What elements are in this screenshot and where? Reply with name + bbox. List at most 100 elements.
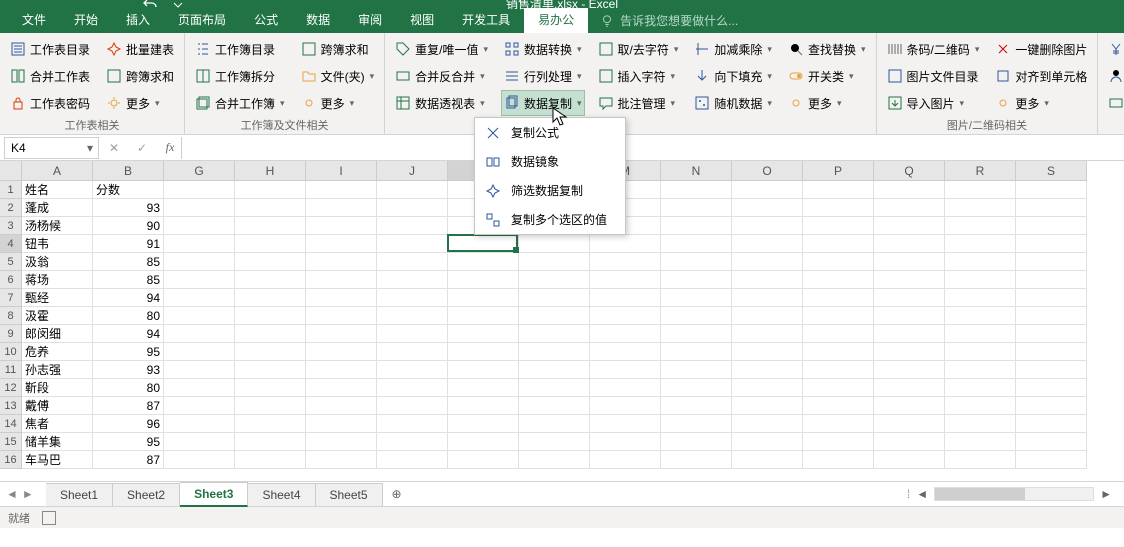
cell[interactable] bbox=[519, 433, 590, 451]
btn-sheet-password[interactable]: 工作表密码 bbox=[8, 91, 92, 115]
cell[interactable] bbox=[945, 325, 1016, 343]
row-header-13[interactable]: 13 bbox=[0, 397, 22, 415]
btn-sheet-toc[interactable]: 工作表目录 bbox=[8, 37, 92, 61]
cell[interactable] bbox=[164, 379, 235, 397]
cell[interactable] bbox=[661, 361, 732, 379]
scroll-right-icon[interactable]: ► bbox=[1096, 487, 1116, 501]
cell[interactable] bbox=[945, 271, 1016, 289]
btn-more-2[interactable]: 更多▾ bbox=[299, 91, 377, 115]
cell[interactable] bbox=[874, 325, 945, 343]
cell[interactable] bbox=[945, 415, 1016, 433]
cell[interactable] bbox=[732, 199, 803, 217]
cancel-formula-icon[interactable]: ✕ bbox=[103, 141, 125, 155]
row-header-14[interactable]: 14 bbox=[0, 415, 22, 433]
cell[interactable]: 93 bbox=[93, 199, 164, 217]
cell[interactable] bbox=[235, 199, 306, 217]
tab-review[interactable]: 审阅 bbox=[344, 6, 396, 33]
row-header-15[interactable]: 15 bbox=[0, 433, 22, 451]
cell[interactable] bbox=[945, 433, 1016, 451]
cell[interactable]: 94 bbox=[93, 325, 164, 343]
cell[interactable] bbox=[661, 433, 732, 451]
cell[interactable] bbox=[590, 307, 661, 325]
cell[interactable] bbox=[803, 289, 874, 307]
row-header-4[interactable]: 4 bbox=[0, 235, 22, 253]
cell[interactable] bbox=[377, 451, 448, 469]
cell[interactable] bbox=[661, 253, 732, 271]
col-header-S[interactable]: S bbox=[1016, 161, 1087, 181]
btn-arithmetic[interactable]: 加减乘除▾ bbox=[692, 37, 774, 61]
cell[interactable]: 汤杨候 bbox=[22, 217, 93, 235]
cell[interactable] bbox=[448, 433, 519, 451]
cell[interactable] bbox=[661, 397, 732, 415]
cell[interactable] bbox=[306, 235, 377, 253]
row-header-8[interactable]: 8 bbox=[0, 307, 22, 325]
cell[interactable] bbox=[235, 289, 306, 307]
tab-data[interactable]: 数据 bbox=[292, 6, 344, 33]
cell[interactable] bbox=[1016, 217, 1087, 235]
cell[interactable]: 93 bbox=[93, 361, 164, 379]
cell[interactable] bbox=[377, 325, 448, 343]
next-sheet-icon[interactable]: ► bbox=[22, 487, 34, 501]
cell[interactable] bbox=[1016, 235, 1087, 253]
cell[interactable] bbox=[377, 343, 448, 361]
cell[interactable] bbox=[164, 199, 235, 217]
tab-file[interactable]: 文件 bbox=[8, 6, 60, 33]
cell[interactable] bbox=[803, 433, 874, 451]
dd-copy-formula[interactable]: 复制公式 bbox=[475, 118, 625, 147]
cell[interactable] bbox=[235, 415, 306, 433]
cell[interactable] bbox=[519, 271, 590, 289]
cell[interactable] bbox=[945, 217, 1016, 235]
cell[interactable] bbox=[164, 451, 235, 469]
col-header-B[interactable]: B bbox=[93, 161, 164, 181]
cell[interactable] bbox=[803, 325, 874, 343]
cell[interactable] bbox=[661, 199, 732, 217]
cell[interactable] bbox=[874, 217, 945, 235]
cell[interactable] bbox=[235, 433, 306, 451]
cell[interactable] bbox=[377, 361, 448, 379]
cell[interactable] bbox=[1016, 361, 1087, 379]
cell[interactable] bbox=[803, 361, 874, 379]
cell[interactable] bbox=[945, 361, 1016, 379]
btn-data-copy[interactable]: 数据复制▾ bbox=[502, 91, 584, 115]
cell[interactable]: 80 bbox=[93, 379, 164, 397]
cell[interactable] bbox=[732, 361, 803, 379]
cell[interactable] bbox=[661, 181, 732, 199]
btn-hr[interactable]: 人事类工具 bbox=[1106, 64, 1124, 88]
btn-merge-books[interactable]: 合并工作簿▾ bbox=[193, 91, 287, 115]
cell[interactable] bbox=[306, 397, 377, 415]
btn-finance[interactable]: 财务类工具 bbox=[1106, 37, 1124, 61]
scroll-track[interactable] bbox=[934, 487, 1094, 501]
cell[interactable]: 汲翁 bbox=[22, 253, 93, 271]
row-header-6[interactable]: 6 bbox=[0, 271, 22, 289]
cell[interactable] bbox=[945, 289, 1016, 307]
cell[interactable] bbox=[661, 343, 732, 361]
cell[interactable]: 95 bbox=[93, 343, 164, 361]
cell[interactable] bbox=[874, 343, 945, 361]
cell[interactable]: 87 bbox=[93, 397, 164, 415]
cell[interactable] bbox=[164, 397, 235, 415]
cell[interactable] bbox=[732, 325, 803, 343]
btn-align-cell[interactable]: 对齐到单元格 bbox=[993, 64, 1089, 88]
cell[interactable]: 85 bbox=[93, 271, 164, 289]
cell[interactable] bbox=[590, 379, 661, 397]
btn-delete-images[interactable]: 一键删除图片 bbox=[993, 37, 1089, 61]
cell[interactable] bbox=[945, 397, 1016, 415]
cell[interactable] bbox=[377, 307, 448, 325]
cell[interactable] bbox=[519, 253, 590, 271]
cell[interactable] bbox=[1016, 343, 1087, 361]
cell[interactable] bbox=[164, 271, 235, 289]
cell[interactable]: 甄经 bbox=[22, 289, 93, 307]
cell[interactable] bbox=[377, 271, 448, 289]
cell[interactable] bbox=[590, 361, 661, 379]
cell[interactable] bbox=[661, 289, 732, 307]
btn-files-folders[interactable]: 文件(夹)▾ bbox=[299, 64, 377, 88]
cell[interactable] bbox=[945, 181, 1016, 199]
cell[interactable] bbox=[1016, 397, 1087, 415]
col-header-H[interactable]: H bbox=[235, 161, 306, 181]
cell[interactable] bbox=[235, 217, 306, 235]
cell[interactable] bbox=[448, 271, 519, 289]
cell[interactable] bbox=[732, 271, 803, 289]
cell[interactable] bbox=[945, 253, 1016, 271]
cell[interactable] bbox=[235, 343, 306, 361]
tell-me-box[interactable]: 告诉我您想要做什么... bbox=[600, 12, 738, 33]
